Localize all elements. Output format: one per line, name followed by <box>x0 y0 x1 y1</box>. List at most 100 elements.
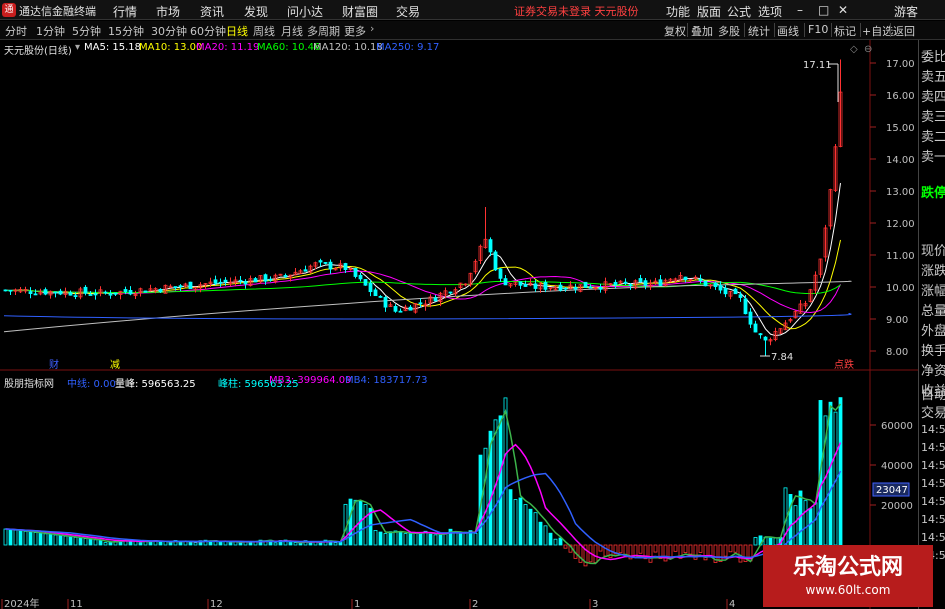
indicator-bar <box>208 541 213 546</box>
indicator-bar <box>553 538 558 546</box>
tab-5min[interactable]: 5分钟 <box>72 23 101 39</box>
minimize-button[interactable]: – <box>797 3 803 17</box>
indicator-bar <box>3 528 8 546</box>
menu-trade[interactable]: 交易 <box>396 3 420 20</box>
indicator-zhongxian: 中线: 0.00 <box>67 379 116 390</box>
watermark-banner: 乐淘公式网 www.60lt.com <box>763 545 933 607</box>
indicator-bar <box>363 504 368 546</box>
toolbar-divider <box>860 23 861 37</box>
candle-down <box>583 281 588 288</box>
ma5-label: MA5: 15.18 <box>84 42 142 53</box>
menu-wealth-circle[interactable]: 财富圈 <box>342 3 378 20</box>
stats-button[interactable]: 统计 <box>748 23 770 39</box>
kline-chart[interactable]: 17.00 16.00 15.00 14.00 13.00 12.00 11.00 10.00… <box>0 40 918 609</box>
tab-monthly[interactable]: 月线 <box>281 23 303 39</box>
indicator-bar <box>38 532 43 546</box>
maximize-button[interactable]: □ <box>818 3 829 17</box>
quote-field-0: 委比 <box>921 50 945 65</box>
quote-field-8: 涨跌 <box>921 264 945 279</box>
indicator-bar <box>773 537 778 546</box>
ma10-label: MA10: 13.00 <box>139 42 203 53</box>
candle-down <box>698 278 703 282</box>
indicator-bar <box>543 525 548 546</box>
tab-15min[interactable]: 15分钟 <box>108 23 144 39</box>
menu-xiaoda[interactable]: 问小达 <box>287 3 323 20</box>
quote-field-4: 卖二 <box>921 130 945 145</box>
candle-down <box>623 281 628 284</box>
candle-down <box>588 286 593 289</box>
indicator-tick-label: 20000 <box>881 501 913 512</box>
menu-function[interactable]: 功能 <box>666 3 690 20</box>
indicator-bar <box>788 494 793 546</box>
tab-more[interactable]: 更多 <box>344 23 366 39</box>
quote-field-7: 现价 <box>921 244 945 259</box>
watermark-title: 乐淘公式网 <box>792 555 903 580</box>
indicator-bar <box>518 497 523 546</box>
mark-button[interactable]: 标记 <box>834 23 856 39</box>
menu-market[interactable]: 市场 <box>156 3 180 20</box>
candle-down <box>223 279 228 283</box>
menu-formula[interactable]: 公式 <box>727 3 751 20</box>
indicator-bar <box>698 544 703 553</box>
menu-discover[interactable]: 发现 <box>244 3 268 20</box>
close-button[interactable]: ✕ <box>838 3 848 17</box>
ma-settings-icon[interactable]: ▾ <box>75 42 80 53</box>
menu-news[interactable]: 资讯 <box>200 3 224 20</box>
candle-down <box>263 274 268 282</box>
indicator-bar <box>158 541 163 546</box>
diamond-icon[interactable]: ◇ <box>850 44 858 55</box>
tab-daily[interactable]: 日线 <box>226 23 248 39</box>
indicator-bar <box>558 537 563 546</box>
f10-button[interactable]: F10 <box>808 23 828 36</box>
indicator-bar <box>293 542 298 546</box>
tab-1min[interactable]: 1分钟 <box>36 23 65 39</box>
expand-icon[interactable]: ⊖ <box>864 44 872 55</box>
quote-field-15: 自动 <box>921 388 945 403</box>
xaxis-label: 11 <box>70 599 83 609</box>
candle-down <box>433 297 438 302</box>
indicator-bar <box>473 532 478 546</box>
more-chevron-icon[interactable]: › <box>370 22 374 35</box>
tab-weekly[interactable]: 周线 <box>253 23 275 39</box>
toolbar-divider <box>774 23 775 37</box>
fuquan-button[interactable]: 复权 <box>664 23 686 39</box>
marker-jian: 减 <box>110 359 120 371</box>
candle-down <box>358 274 363 280</box>
candle-down <box>378 295 383 298</box>
indicator-bar <box>23 530 28 546</box>
draw-line-button[interactable]: 画线 <box>777 23 799 39</box>
marker-dian: 点跌 <box>834 358 854 371</box>
add-watchlist-button[interactable]: +自选 <box>862 23 893 39</box>
multi-stock-button[interactable]: 多股 <box>718 23 740 39</box>
tab-fenshi[interactable]: 分时 <box>5 23 27 39</box>
indicator-bar <box>88 538 93 546</box>
price-tick-label: 9.00 <box>886 315 908 326</box>
back-button[interactable]: 返回 <box>893 23 915 39</box>
tab-60min[interactable]: 60分钟 <box>190 23 226 39</box>
toolbar-divider <box>687 23 688 37</box>
indicator-bar <box>563 544 568 549</box>
toolbar-divider <box>744 23 745 37</box>
tab-30min[interactable]: 30分钟 <box>151 23 187 39</box>
candle-down <box>43 289 48 295</box>
guest-user[interactable]: 游客 <box>894 3 918 20</box>
indicator-bar <box>403 533 408 546</box>
ma250-line <box>3 313 852 320</box>
menu-quote[interactable]: 行情 <box>113 3 137 20</box>
candle-down <box>493 251 498 271</box>
indicator-bar <box>228 541 233 546</box>
indicator-bar <box>68 536 73 546</box>
indicator-bar <box>483 447 488 546</box>
overlay-button[interactable]: 叠加 <box>691 23 713 39</box>
price-tick-label: 11.00 <box>886 251 915 262</box>
tab-multi-period[interactable]: 多周期 <box>307 23 340 39</box>
indicator-bar <box>443 532 448 546</box>
candle-down <box>303 269 308 272</box>
menu-options[interactable]: 选项 <box>758 3 782 20</box>
indicator-bar <box>463 531 468 546</box>
quote-field-3: 卖三 <box>921 110 945 125</box>
indicator-bar <box>793 505 798 546</box>
indicator-bar <box>83 538 88 546</box>
indicator-bar <box>273 542 278 546</box>
menu-layout[interactable]: 版面 <box>697 3 721 20</box>
